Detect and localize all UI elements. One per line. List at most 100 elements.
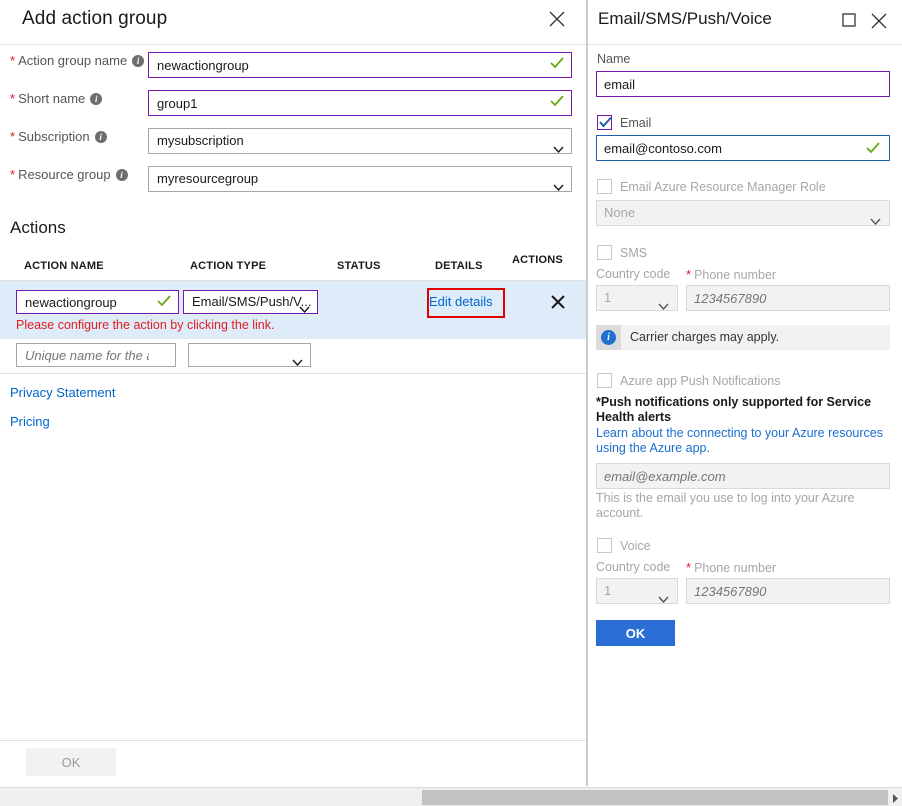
new-action-name-control	[16, 343, 176, 367]
selected-value: myresourcegroup	[157, 171, 259, 186]
new-action-type-control	[188, 343, 311, 367]
voice-country-code-select[interactable]: 1	[596, 578, 678, 604]
maximize-icon[interactable]	[840, 11, 858, 29]
row-error-message: Please configure the action by clicking …	[16, 318, 275, 332]
table-row	[0, 339, 586, 374]
name-input[interactable]	[596, 71, 890, 97]
email-input-wrap	[596, 135, 890, 161]
info-icon: i	[596, 325, 621, 350]
add-action-group-blade: Add action group * Action group name i n…	[0, 0, 587, 786]
sms-checkbox-label: SMS	[620, 246, 648, 260]
field-control: mysubscription	[148, 128, 572, 154]
selected-value: mysubscription	[157, 133, 244, 148]
field-control	[148, 52, 572, 78]
email-checkbox-label: Email	[620, 116, 652, 130]
valid-check-icon	[866, 141, 880, 158]
column-header-status: STATUS	[337, 260, 381, 272]
chevron-down-icon	[658, 587, 669, 603]
voice-country-code-label: Country code	[596, 560, 671, 574]
field-control	[148, 90, 572, 116]
push-email-input[interactable]	[596, 463, 890, 489]
voice-checkbox-label: Voice	[620, 539, 651, 553]
chevron-down-icon	[553, 175, 564, 191]
sms-checkbox[interactable]	[597, 245, 612, 260]
name-label: Name	[597, 52, 631, 66]
table-header-row: ACTION NAME ACTION TYPE STATUS DETAILS A…	[0, 250, 586, 281]
field-label: * Action group name i	[10, 53, 145, 68]
selected-value: None	[604, 205, 636, 220]
info-icon[interactable]: i	[115, 169, 128, 181]
left-blade-titlebar: Add action group	[0, 0, 586, 45]
column-header-action-name: ACTION NAME	[24, 260, 104, 272]
sms-country-code-select[interactable]: 1	[596, 285, 678, 311]
column-header-details: DETAILS	[435, 260, 483, 272]
close-icon[interactable]	[868, 10, 890, 32]
table-row: Email/SMS/Push/V... Please configure the…	[0, 281, 586, 339]
row-action-type-select[interactable]: Email/SMS/Push/V...	[183, 290, 318, 314]
footer-divider	[0, 740, 586, 741]
arm-role-checkbox[interactable]	[597, 179, 612, 194]
close-icon[interactable]	[546, 8, 568, 30]
short-name-input[interactable]	[148, 90, 572, 116]
pricing-link[interactable]: Pricing	[10, 414, 50, 429]
privacy-statement-link[interactable]: Privacy Statement	[10, 385, 116, 400]
resource-group-select[interactable]: myresourcegroup	[148, 166, 572, 192]
field-short-name: * Short name i	[0, 82, 586, 120]
required-asterisk: *	[10, 53, 16, 68]
selected-value: Email/SMS/Push/V...	[192, 294, 312, 309]
label-text: Subscription	[18, 129, 90, 144]
email-checkbox[interactable]	[597, 115, 612, 130]
info-icon[interactable]: i	[94, 131, 107, 143]
label-text: Phone number	[694, 268, 777, 282]
chevron-down-icon	[658, 294, 669, 310]
panel-title: Email/SMS/Push/Voice	[598, 9, 772, 28]
new-action-type-select[interactable]	[188, 343, 311, 367]
push-support-note: *Push notifications only supported for S…	[596, 395, 872, 424]
new-action-name-input[interactable]	[16, 343, 176, 367]
row-action-name-input[interactable]	[16, 290, 179, 314]
label-text: Phone number	[694, 561, 777, 575]
sms-phone-input[interactable]	[686, 285, 890, 311]
field-label: * Short name i	[10, 91, 103, 106]
required-asterisk: *	[10, 91, 16, 106]
label-text: Resource group	[18, 167, 111, 182]
sms-phone-label: * Phone number	[686, 267, 776, 282]
arm-role-checkbox-label: Email Azure Resource Manager Role	[620, 180, 826, 194]
ok-button[interactable]: OK	[596, 620, 675, 646]
azure-portal-blades: Add action group * Action group name i n…	[0, 0, 902, 806]
arm-role-select[interactable]: None	[596, 200, 890, 226]
right-blade-titlebar: Email/SMS/Push/Voice	[588, 0, 902, 45]
voice-phone-input[interactable]	[686, 578, 890, 604]
ok-button[interactable]: OK	[26, 748, 116, 776]
push-learn-more-link[interactable]: Learn about the connecting to your Azure…	[596, 426, 886, 456]
carrier-charges-info-bar: i Carrier charges may apply.	[596, 325, 890, 350]
actions-table: ACTION NAME ACTION TYPE STATUS DETAILS A…	[0, 250, 586, 374]
push-notifications-checkbox[interactable]	[597, 373, 612, 388]
label-text: Action group name	[18, 53, 128, 68]
sms-country-code-label: Country code	[596, 267, 671, 281]
info-bar-text: Carrier charges may apply.	[630, 330, 780, 344]
edit-details-link[interactable]: Edit details	[429, 294, 493, 309]
action-group-name-input[interactable]	[148, 52, 572, 78]
field-label: * Resource group i	[10, 167, 128, 182]
info-icon[interactable]: i	[132, 55, 145, 67]
horizontal-scrollbar[interactable]	[0, 787, 902, 806]
voice-phone-label: * Phone number	[686, 560, 776, 575]
chevron-down-icon	[292, 351, 303, 366]
info-icon[interactable]: i	[90, 93, 103, 105]
required-asterisk: *	[686, 560, 692, 575]
required-asterisk: *	[10, 129, 16, 144]
remove-action-icon[interactable]	[550, 294, 566, 310]
action-group-form: *Action group namei *Short namei	[0, 44, 586, 192]
scrollbar-thumb[interactable]	[422, 790, 888, 805]
label-text: Short name	[18, 91, 86, 106]
subscription-select[interactable]: mysubscription	[148, 128, 572, 154]
page-title: Add action group	[22, 8, 168, 29]
selected-value: 1	[604, 290, 612, 305]
voice-checkbox[interactable]	[597, 538, 612, 553]
selected-value: 1	[604, 583, 612, 598]
row-action-type-control: Email/SMS/Push/V...	[183, 290, 318, 314]
email-input[interactable]	[596, 135, 890, 161]
chevron-right-icon[interactable]	[890, 792, 900, 803]
field-resource-group: * Resource group i myresourcegroup	[0, 158, 586, 196]
